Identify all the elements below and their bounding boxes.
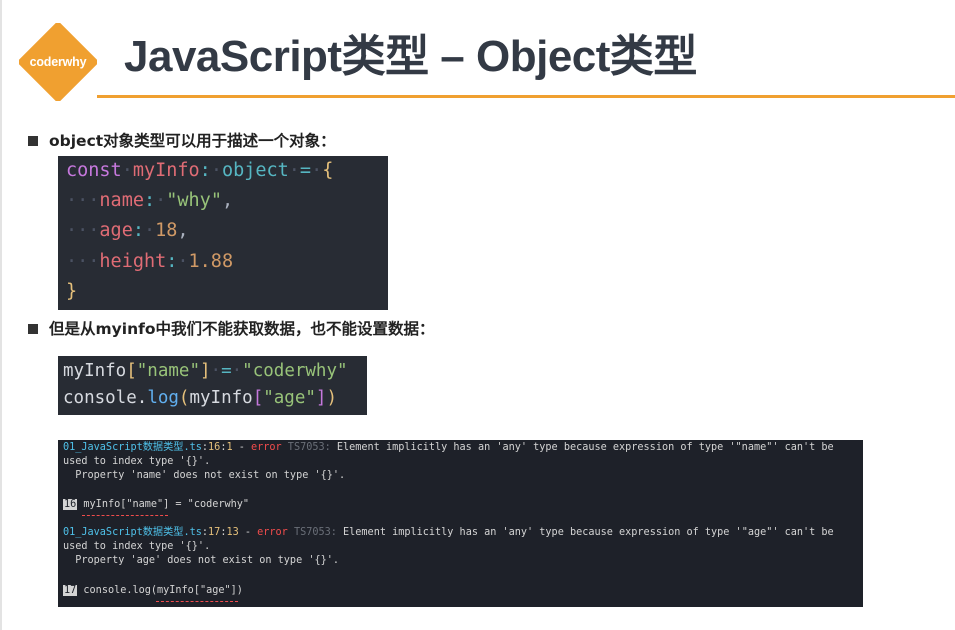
code-line: ···name:·"why", bbox=[66, 190, 234, 211]
logo-text: coderwhy bbox=[29, 55, 87, 69]
left-edge-line bbox=[0, 0, 2, 630]
error-message-line: Property 'name' does not exist on type '… bbox=[63, 470, 346, 481]
page-title: JavaScript类型 – Object类型 bbox=[124, 32, 697, 81]
code-line: myInfo["name"]·=·"coderwhy" bbox=[63, 361, 348, 381]
code-line: const·myInfo:·object·=·{ bbox=[66, 160, 334, 181]
error-source-line: 16 myInfo["name"] = "coderwhy" bbox=[63, 499, 250, 510]
error-source-line: 17 console.log(myInfo["age"]) bbox=[63, 585, 243, 596]
code-block-object-definition: const·myInfo:·object·=·{ ···name:·"why",… bbox=[58, 156, 388, 310]
error-underline bbox=[156, 597, 238, 602]
error-message-line: used to index type '{}'. bbox=[63, 456, 211, 467]
code-line: ···age:·18, bbox=[66, 220, 189, 241]
code-line: ···height:·1.88 bbox=[66, 251, 234, 272]
bullet-square-icon bbox=[28, 136, 38, 146]
title-underline bbox=[97, 95, 955, 98]
bullet-text: object对象类型可以用于描述一个对象： bbox=[49, 132, 336, 150]
error-underline bbox=[82, 511, 168, 516]
error-header-line: 01_JavaScript数据类型.ts:17:13 - error TS705… bbox=[63, 527, 834, 538]
code-line: console.log(myInfo["age"]) bbox=[63, 388, 338, 408]
bullet-text: 但是从myinfo中我们不能获取数据，也不能设置数据： bbox=[49, 320, 435, 338]
error-message-line: used to index type '{}'. bbox=[63, 541, 211, 552]
error-header-line: 01_JavaScript数据类型.ts:16:1 - error TS7053… bbox=[63, 442, 834, 453]
code-block-property-access: myInfo["name"]·=·"coderwhy" console.log(… bbox=[58, 356, 367, 415]
code-line: } bbox=[66, 281, 78, 302]
coderwhy-logo: coderwhy bbox=[19, 23, 97, 101]
terminal-error-output: 01_JavaScript数据类型.ts:16:1 - error TS7053… bbox=[58, 440, 863, 607]
bullet-object-type: object对象类型可以用于描述一个对象： bbox=[28, 130, 336, 152]
error-message-line: Property 'age' does not exist on type '{… bbox=[63, 555, 340, 566]
bullet-cannot-access: 但是从myinfo中我们不能获取数据，也不能设置数据： bbox=[28, 318, 435, 340]
bullet-square-icon bbox=[28, 324, 38, 334]
